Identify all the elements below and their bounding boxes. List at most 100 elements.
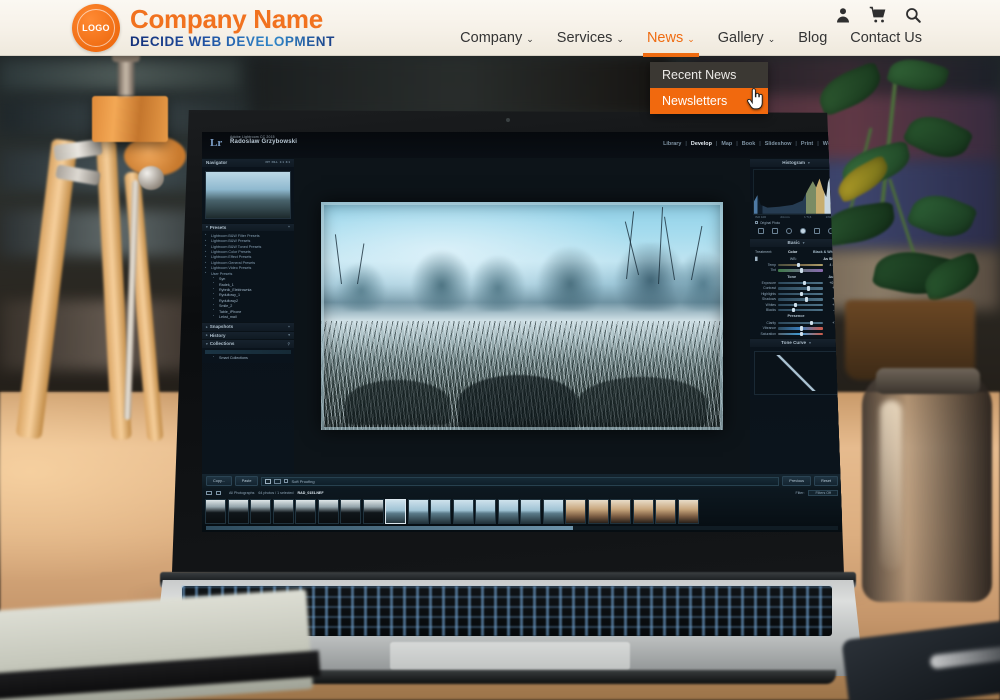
- filmstrip-thumb[interactable]: [295, 499, 316, 524]
- filmstrip-thumb-selected[interactable]: [385, 499, 406, 524]
- slider-track[interactable]: [778, 308, 823, 313]
- histogram-graph[interactable]: [753, 168, 839, 215]
- nav-item-gallery[interactable]: Gallery ⌄: [718, 30, 775, 57]
- filmstrip-thumb[interactable]: [340, 499, 361, 524]
- slider-track[interactable]: [778, 302, 823, 307]
- history-panel-header[interactable]: ▸ History ▾: [202, 330, 294, 340]
- filmstrip-thumb[interactable]: [610, 499, 631, 524]
- filmstrip-thumb[interactable]: [677, 499, 699, 524]
- reset-button[interactable]: Reset: [814, 476, 838, 486]
- module-print[interactable]: Print: [801, 141, 813, 148]
- filmstrip-thumb[interactable]: [452, 499, 474, 524]
- collections-panel-header[interactable]: ▾ Collections ⚲: [202, 339, 294, 349]
- filmstrip-source[interactable]: All Photographs: [229, 491, 254, 495]
- copy-button[interactable]: Copy...: [206, 476, 232, 486]
- slider-track[interactable]: [778, 262, 823, 268]
- tone-curve-graph[interactable]: [754, 351, 838, 396]
- slider-saturation[interactable]: Saturation 0: [753, 331, 839, 336]
- filmstrip-thumb[interactable]: [542, 499, 564, 524]
- tone-curve-panel-header[interactable]: Tone Curve ▾: [750, 338, 842, 348]
- slider-track[interactable]: [778, 297, 823, 302]
- navigator-panel-header[interactable]: Navigator FIT FILL 1:1 3:1: [202, 158, 294, 167]
- filmstrip-thumb[interactable]: [497, 499, 519, 524]
- presets-list[interactable]: Lightroom B&W Filter Presets Lightroom B…: [202, 231, 294, 322]
- compare-view-icon[interactable]: [274, 478, 282, 484]
- redeye-tool-icon[interactable]: [786, 228, 792, 235]
- slider-track[interactable]: [778, 286, 823, 291]
- module-map[interactable]: Map: [721, 141, 732, 148]
- collections-list[interactable]: Smart Collections: [202, 348, 294, 364]
- module-develop[interactable]: Develop: [691, 141, 712, 148]
- slider-whites[interactable]: Whites +38: [753, 302, 839, 307]
- module-book[interactable]: Book: [742, 141, 755, 148]
- lightroom-module-picker[interactable]: Library | Develop | Map | Book | Slideshow | …: [663, 141, 834, 148]
- grid-view-icon[interactable]: [206, 491, 212, 495]
- filmstrip-scrollbar[interactable]: [206, 526, 838, 530]
- module-web[interactable]: Web: [823, 141, 834, 148]
- previous-button[interactable]: Previous: [782, 476, 812, 486]
- plus-icon[interactable]: +: [288, 225, 290, 229]
- filmstrip-thumb[interactable]: [407, 499, 429, 524]
- radial-filter-icon[interactable]: [814, 228, 820, 235]
- search-icon[interactable]: ⚲: [288, 342, 290, 346]
- dropdown-item-recent-news[interactable]: Recent News: [650, 62, 768, 88]
- presets-panel-header[interactable]: ▾ Presets +: [202, 222, 294, 232]
- checkbox-icon[interactable]: [284, 479, 289, 483]
- spot-removal-icon[interactable]: [772, 228, 778, 235]
- plus-icon[interactable]: +: [288, 325, 290, 329]
- user-preset[interactable]: Lekst_mail: [205, 315, 291, 320]
- module-library[interactable]: Library: [663, 141, 681, 148]
- adjustment-brush-icon[interactable]: [828, 228, 834, 235]
- eyedropper-icon[interactable]: █: [755, 257, 763, 261]
- navigator-zoom-levels[interactable]: FIT FILL 1:1 3:1: [265, 160, 290, 165]
- wb-value[interactable]: As Shot: [823, 257, 837, 261]
- nav-item-contact-us[interactable]: Contact Us: [850, 30, 922, 57]
- chevron-down-icon[interactable]: ▾: [809, 341, 811, 345]
- chevron-down-icon[interactable]: ▾: [808, 161, 810, 165]
- crop-tool-icon[interactable]: [758, 228, 764, 235]
- graduated-filter-icon[interactable]: [800, 228, 806, 235]
- filmstrip-thumb[interactable]: [430, 499, 451, 524]
- user-icon[interactable]: [834, 6, 852, 24]
- tone-auto-button[interactable]: Auto: [828, 275, 837, 280]
- histogram-panel-header[interactable]: Histogram ▾: [750, 158, 842, 167]
- tool-strip[interactable]: [753, 226, 839, 236]
- logo-icon[interactable]: LOGO: [72, 4, 120, 52]
- filter-view-icon[interactable]: [216, 491, 221, 495]
- treatment-bw-option[interactable]: Black & White: [813, 250, 837, 254]
- filmstrip-thumb[interactable]: [565, 499, 586, 524]
- slider-track[interactable]: [778, 326, 823, 331]
- slider-track[interactable]: [778, 331, 823, 336]
- basic-panel-header[interactable]: Basic ▾: [750, 238, 842, 248]
- soft-proofing-field[interactable]: Soft Proofing: [261, 476, 780, 486]
- lightroom-filmstrip[interactable]: All Photographs 64 photos / 1 selected R…: [202, 488, 842, 532]
- slider-track[interactable]: [778, 268, 823, 273]
- nav-item-services[interactable]: Services ⌄: [557, 30, 624, 57]
- filmstrip-thumb[interactable]: [250, 499, 271, 524]
- paste-button[interactable]: Paste: [234, 476, 259, 486]
- treatment-color-option[interactable]: Color: [788, 250, 797, 254]
- filmstrip-thumb[interactable]: [272, 499, 294, 524]
- basic-panel-body[interactable]: Treatment: Color Black & White █ WB: As …: [750, 247, 842, 339]
- filmstrip-thumbnails[interactable]: [202, 498, 842, 525]
- filmstrip-thumb[interactable]: [227, 499, 249, 524]
- tone-curve-body[interactable]: [750, 347, 842, 400]
- checkbox-icon[interactable]: [755, 221, 758, 225]
- brand-logo-link[interactable]: LOGO Company Name DECIDE WEB DEVELOPMENT: [72, 4, 335, 52]
- filmstrip-thumb[interactable]: [655, 499, 676, 524]
- nav-item-news[interactable]: News ⌄: [642, 30, 699, 57]
- search-icon[interactable]: [904, 6, 922, 24]
- cart-icon[interactable]: [869, 6, 887, 24]
- filter-value[interactable]: Filters Off: [808, 489, 838, 497]
- nav-item-blog[interactable]: Blog: [798, 30, 827, 57]
- filmstrip-thumb[interactable]: [632, 499, 654, 524]
- slider-track[interactable]: [778, 280, 823, 286]
- lightroom-right-panel[interactable]: Histogram ▾ ISO 100 24 mm f / 5,6 1/60 s…: [750, 158, 842, 474]
- collections-search-field[interactable]: [205, 350, 291, 355]
- lightroom-canvas[interactable]: [294, 158, 750, 474]
- lightroom-toolbar[interactable]: Copy... Paste Soft Proofing Previous Res…: [202, 474, 842, 488]
- slider-track[interactable]: [778, 291, 823, 297]
- loupe-view-icon[interactable]: [265, 478, 272, 484]
- filmstrip-thumb[interactable]: [362, 499, 384, 524]
- filmstrip-thumb[interactable]: [520, 499, 541, 524]
